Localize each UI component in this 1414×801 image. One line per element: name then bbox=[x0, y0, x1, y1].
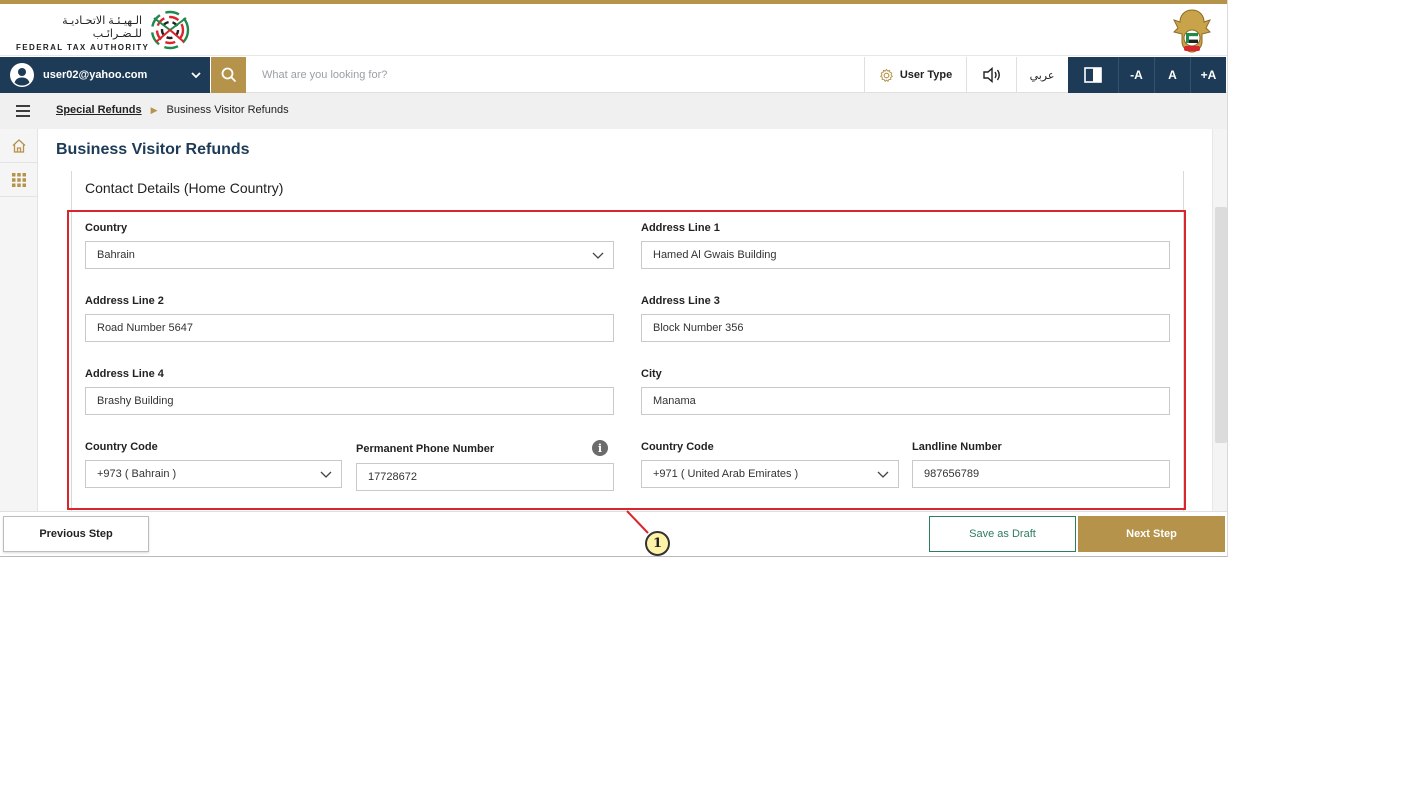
annotation-callout-badge: 1 bbox=[645, 531, 670, 556]
annotation-leader-line bbox=[626, 510, 649, 534]
